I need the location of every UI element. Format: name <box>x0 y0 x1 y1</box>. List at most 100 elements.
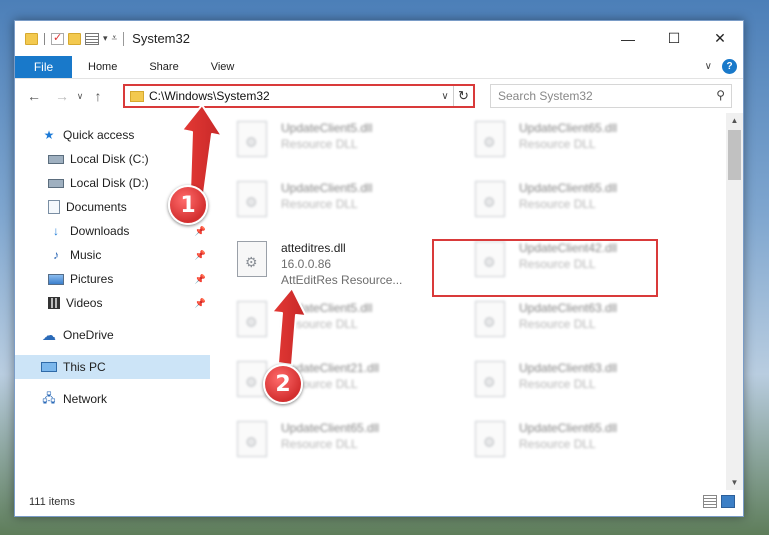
address-text[interactable]: C:\Windows\System32 <box>149 89 437 103</box>
sidebar-item-music[interactable]: ♪ Music 📌 <box>15 243 210 267</box>
vertical-scrollbar[interactable]: ▲ ▼ <box>726 113 743 490</box>
step-marker-2: 2 <box>263 364 303 404</box>
file-item[interactable]: UpdateClient5.dll Resource DLL <box>237 293 475 353</box>
file-description: Resource DLL <box>281 137 358 151</box>
file-name: UpdateClient65.dll <box>519 121 618 135</box>
sidebar-item-label: Quick access <box>63 128 135 142</box>
search-input[interactable]: Search System32 ⚲ <box>490 84 732 108</box>
folder-icon <box>130 90 144 102</box>
pin-icon: 📌 <box>194 153 206 164</box>
file-name: UpdateClient63.dll <box>519 361 618 375</box>
scroll-thumb[interactable] <box>728 130 741 180</box>
tab-file[interactable]: File <box>15 56 72 78</box>
file-name: UpdateClient5.dll <box>281 301 373 315</box>
music-icon: ♪ <box>53 248 59 262</box>
sidebar-item-pictures[interactable]: Pictures 📌 <box>15 267 210 291</box>
file-item[interactable]: UpdateClient65.dll Resource DLL <box>237 413 475 473</box>
sidebar-item-quick-access[interactable]: ★ Quick access <box>15 123 210 147</box>
chevron-down-icon[interactable]: ▾ <box>103 33 108 44</box>
properties-check-icon[interactable] <box>51 31 64 45</box>
minimize-button[interactable]: — <box>605 21 651 56</box>
sidebar-item-network[interactable]: 🖧 Network <box>15 387 210 411</box>
file-description: Resource DLL <box>519 137 596 151</box>
large-icons-view-icon[interactable] <box>721 495 735 508</box>
dll-file-icon <box>237 421 267 457</box>
sidebar-item-onedrive[interactable]: ☁ OneDrive <box>15 323 210 347</box>
file-description: AttEditRes Resource... <box>281 273 403 287</box>
navigation-bar: ← → ∨ ↑ C:\Windows\System32 ∨ ↻ Search S… <box>15 79 743 113</box>
tab-share[interactable]: Share <box>133 56 194 78</box>
file-item[interactable]: UpdateClient63.dll Resource DLL <box>475 293 713 353</box>
content-area: ★ Quick access Local Disk (C:) 📌 Local D… <box>15 113 743 490</box>
sidebar-item-label: Documents <box>66 200 127 214</box>
file-item[interactable]: UpdateClient63.dll Resource DLL <box>475 353 713 413</box>
sidebar-item-label: Downloads <box>70 224 130 238</box>
help-icon[interactable]: ? <box>722 59 737 74</box>
file-description: Resource DLL <box>281 197 358 211</box>
tab-view[interactable]: View <box>195 56 251 78</box>
sidebar-item-label: Local Disk (D:) <box>70 176 149 190</box>
dll-file-icon <box>475 361 505 397</box>
item-count: 111 items <box>29 496 76 508</box>
file-item[interactable]: UpdateClient5.dll Resource DLL <box>237 113 475 173</box>
divider <box>123 31 125 46</box>
chevron-down-icon[interactable]: ∨ <box>437 91 453 102</box>
window-title: System32 <box>132 31 190 46</box>
file-item[interactable]: UpdateClient65.dll Resource DLL <box>475 113 713 173</box>
file-item[interactable]: UpdateClient65.dll Resource DLL <box>475 413 713 473</box>
new-folder-icon[interactable] <box>68 32 81 45</box>
onedrive-icon: ☁ <box>42 326 56 343</box>
view-switcher <box>703 495 735 508</box>
pin-icon: 📌 <box>194 273 206 284</box>
explorer-window: ▾ ⩡ System32 — ☐ ✕ File Home Share View … <box>14 20 744 517</box>
tab-home[interactable]: Home <box>72 56 133 78</box>
file-name: UpdateClient5.dll <box>281 181 373 195</box>
pin-icon: 📌 <box>194 225 206 236</box>
file-item[interactable]: UpdateClient65.dll Resource DLL <box>475 173 713 233</box>
file-description: Resource DLL <box>519 197 596 211</box>
sidebar-item-videos[interactable]: Videos 📌 <box>15 291 210 315</box>
back-button[interactable]: ← <box>23 88 45 104</box>
customize-toolbar-icon[interactable]: ⩡ <box>112 33 118 44</box>
maximize-button[interactable]: ☐ <box>651 21 697 56</box>
sidebar-item-this-pc[interactable]: This PC <box>15 355 210 379</box>
file-version: 16.0.0.86 <box>281 257 332 271</box>
file-description: Resource DLL <box>281 317 358 331</box>
dll-file-icon <box>475 301 505 337</box>
up-button[interactable]: ↑ <box>87 88 109 104</box>
scroll-up-icon[interactable]: ▲ <box>726 113 743 128</box>
details-view-icon[interactable] <box>703 495 717 508</box>
expand-ribbon-icon[interactable]: ∨ <box>705 61 712 72</box>
ribbon-right: ∨ ? <box>705 59 737 74</box>
file-description: Resource DLL <box>519 377 596 391</box>
navigation-pane: ★ Quick access Local Disk (C:) 📌 Local D… <box>15 113 210 490</box>
recent-locations-button[interactable]: ∨ <box>73 91 87 102</box>
dll-file-icon <box>237 301 267 337</box>
dll-file-icon <box>237 241 267 277</box>
address-bar[interactable]: C:\Windows\System32 ∨ ↻ <box>123 84 475 108</box>
sidebar-item-label: OneDrive <box>63 328 114 342</box>
documents-icon <box>48 200 60 214</box>
folder-icon <box>25 32 38 45</box>
sidebar-item-label: This PC <box>63 360 106 374</box>
status-bar: 111 items <box>15 488 743 516</box>
drive-icon <box>48 178 64 188</box>
close-button[interactable]: ✕ <box>697 21 743 56</box>
ribbon-tabs: File Home Share View ∨ ? <box>15 56 743 79</box>
dll-file-icon <box>475 121 505 157</box>
sidebar-item-label: Pictures <box>70 272 114 286</box>
forward-button[interactable]: → <box>51 88 73 104</box>
pin-icon: 📌 <box>194 297 206 308</box>
file-item[interactable]: UpdateClient5.dll Resource DLL <box>237 173 475 233</box>
sidebar-item-local-disk-c[interactable]: Local Disk (C:) 📌 <box>15 147 210 171</box>
videos-icon <box>48 297 60 309</box>
view-properties-icon[interactable] <box>85 32 99 45</box>
file-name: atteditres.dll <box>281 241 346 255</box>
file-name: UpdateClient5.dll <box>281 121 373 135</box>
refresh-button[interactable]: ↻ <box>453 86 473 106</box>
dll-file-icon <box>475 181 505 217</box>
file-name: UpdateClient65.dll <box>281 421 380 435</box>
file-name: UpdateClient65.dll <box>519 181 618 195</box>
search-icon[interactable]: ⚲ <box>716 88 725 102</box>
sidebar-item-label: Videos <box>66 296 103 310</box>
